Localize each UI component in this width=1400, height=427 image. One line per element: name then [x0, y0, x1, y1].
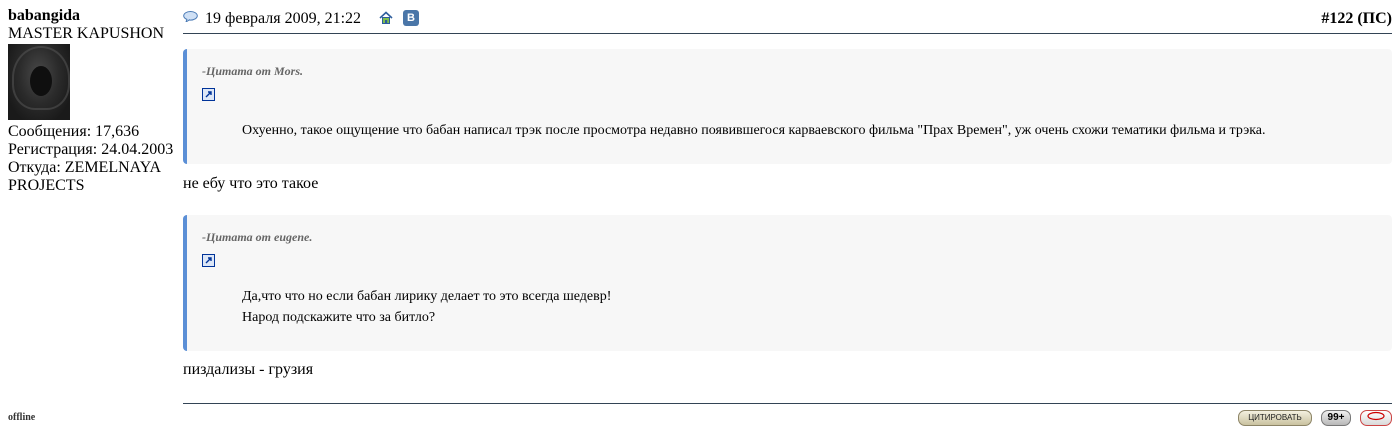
- post-date: 19 февраля 2009, 21:22: [205, 10, 362, 27]
- post-header-icons: B: [379, 9, 419, 27]
- avatar: [8, 44, 70, 120]
- quote-author: -Цитата от eugene.: [202, 230, 313, 244]
- quote-link-icon[interactable]: [202, 254, 215, 267]
- quote-line: Охуенно, такое ощущение что бабан написа…: [242, 123, 1266, 138]
- quote-block: -Цитата от eugene. Да,что что но если ба…: [183, 215, 1392, 351]
- post-footer: ЦИТИРОВАТЬ 99+: [183, 403, 1392, 427]
- quote-link-icon[interactable]: [202, 88, 215, 101]
- quick-reply-button[interactable]: [1360, 410, 1392, 427]
- post-date-wrapper: 19 февраля 2009, 21:22: [183, 10, 361, 28]
- quote-line: Да,что что но если бабан лирику делает т…: [242, 289, 612, 304]
- quote-block: -Цитата от Mors. Охуенно, такое ощущение…: [183, 49, 1392, 164]
- post-header: 19 февраля 2009, 21:22 B #122 (ПС): [183, 0, 1392, 34]
- quick-reply-icon: [1367, 412, 1385, 421]
- location-line-2: PROJECTS: [8, 177, 85, 194]
- quote-line: Народ подскажите что за битло?: [242, 310, 436, 325]
- quote-author: -Цитата от Mors.: [202, 64, 304, 78]
- post-count: Сообщения: 17,636: [8, 123, 140, 140]
- post-icon: [183, 11, 198, 22]
- online-status: offline: [8, 412, 36, 423]
- reply-text: не ебу что это такое: [183, 175, 319, 192]
- quote-button[interactable]: ЦИТИРОВАТЬ: [1238, 410, 1312, 427]
- multiquote-button[interactable]: 99+: [1321, 410, 1351, 427]
- username[interactable]: babangida: [8, 7, 178, 25]
- user-info-panel: babangida MASTER KAPUSHON Сообщения: 17,…: [8, 7, 178, 195]
- location-line-1: Откуда: ZEMELNAYA: [8, 159, 162, 176]
- user-title: MASTER KAPUSHON: [8, 25, 165, 42]
- post-number[interactable]: #122 (ПС): [1321, 10, 1392, 28]
- post-actions: ЦИТИРОВАТЬ 99+: [1238, 409, 1392, 427]
- home-icon[interactable]: [379, 11, 393, 25]
- quote-text: Охуенно, такое ощущение что бабан написа…: [242, 120, 1266, 141]
- registration-date: Регистрация: 24.04.2003: [8, 141, 174, 158]
- reply-text: пиздализы - грузия: [183, 361, 314, 378]
- post: 19 февраля 2009, 21:22 B #122 (ПС) -Цита…: [183, 0, 1392, 427]
- quote-text: Да,что что но если бабан лирику делает т…: [242, 286, 611, 328]
- vk-share-icon[interactable]: B: [403, 10, 419, 27]
